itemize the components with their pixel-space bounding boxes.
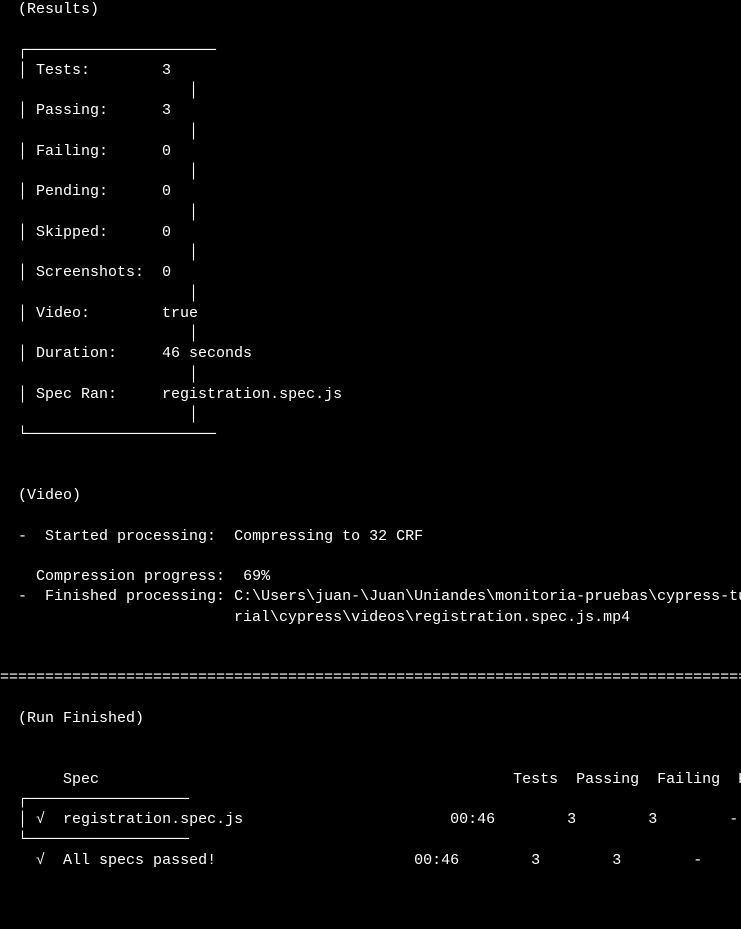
results-header: (Results) <box>18 1 99 18</box>
compression-value: 69% <box>243 568 270 585</box>
tests-value: 3 <box>162 62 171 79</box>
pending-value: 0 <box>162 183 171 200</box>
sum-passing: 3 <box>612 852 621 869</box>
tests-label: Tests: <box>36 62 90 79</box>
sum-tests: 3 <box>531 852 540 869</box>
failing-value: 0 <box>162 143 171 160</box>
started-label: Started processing: <box>45 528 216 545</box>
col-passing: Passing <box>576 771 639 788</box>
row-time: 00:46 <box>450 811 495 828</box>
specran-value: registration.spec.js <box>162 386 342 403</box>
video-label: Video: <box>36 305 90 322</box>
screenshots-value: 0 <box>162 264 171 281</box>
terminal-output: (Results) ┌───────────────────── │ Tests… <box>0 0 741 879</box>
duration-label: Duration: <box>36 345 117 362</box>
video-header: (Video) <box>18 487 81 504</box>
col-spec: Spec <box>63 771 99 788</box>
row-failing: - <box>729 811 738 828</box>
finished-path2: rial\cypress\videos\registration.spec.js… <box>234 609 630 626</box>
sum-time: 00:46 <box>414 852 459 869</box>
row-tests: 3 <box>567 811 576 828</box>
check-icon: √ <box>36 852 45 869</box>
screenshots-label: Screenshots: <box>36 264 144 281</box>
video-value: true <box>162 305 198 322</box>
row-spec: registration.spec.js <box>63 811 243 828</box>
pending-label: Pending: <box>36 183 108 200</box>
skipped-label: Skipped: <box>36 224 108 241</box>
passing-label: Passing: <box>36 102 108 119</box>
sum-label: All specs passed! <box>63 852 216 869</box>
col-tests: Tests <box>513 771 558 788</box>
finished-label: Finished processing: <box>45 588 225 605</box>
col-failing: Failing <box>657 771 720 788</box>
run-finished-header: (Run Finished) <box>18 710 144 727</box>
specran-label: Spec Ran: <box>36 386 117 403</box>
check-icon: √ <box>36 811 45 828</box>
skipped-value: 0 <box>162 224 171 241</box>
sum-failing: - <box>693 852 702 869</box>
row-passing: 3 <box>648 811 657 828</box>
duration-value: 46 seconds <box>162 345 252 362</box>
failing-label: Failing: <box>36 143 108 160</box>
compression-label: Compression progress: <box>36 568 225 585</box>
passing-value: 3 <box>162 102 171 119</box>
finished-path1: C:\Users\juan-\Juan\Uniandes\monitoria-p… <box>234 588 741 605</box>
started-value: Compressing to 32 CRF <box>234 528 423 545</box>
